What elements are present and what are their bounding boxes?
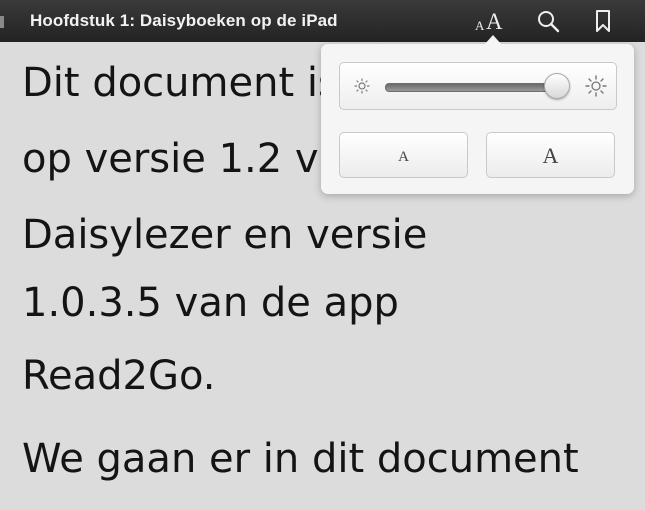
font-settings-popover: A A <box>321 44 634 194</box>
font-settings-button[interactable]: A A <box>472 6 514 36</box>
font-big-glyph: A <box>486 9 503 34</box>
brightness-slider-fill <box>386 84 557 91</box>
increase-font-label: A <box>542 143 559 168</box>
decrease-font-size-button[interactable]: A <box>339 132 468 178</box>
font-small-glyph: A <box>475 18 485 33</box>
text-line: Dit document is <box>22 60 339 106</box>
text-line: Daisylezer en versie <box>22 212 428 258</box>
increase-font-size-button[interactable]: A <box>486 132 615 178</box>
brightness-low-icon <box>354 78 370 94</box>
chapter-title[interactable]: Hoofdstuk 1: Daisyboeken op de iPad <box>30 11 338 31</box>
text-line: We gaan er in dit document <box>22 436 579 482</box>
back-edge-indicator[interactable] <box>0 16 4 28</box>
text-line: Read2Go. <box>22 353 216 399</box>
bookmark-icon <box>596 10 610 32</box>
bookmark-button[interactable] <box>592 9 614 33</box>
popover-arrow <box>484 35 502 45</box>
brightness-slider-track[interactable] <box>385 83 565 92</box>
search-button[interactable] <box>536 9 562 33</box>
text-line: op versie 1.2 v <box>22 136 319 182</box>
search-icon <box>538 11 560 33</box>
brightness-high-icon <box>585 75 607 97</box>
brightness-slider-thumb[interactable] <box>543 73 570 99</box>
text-line: 1.0.3.5 van de app <box>22 280 399 326</box>
top-toolbar: Hoofdstuk 1: Daisyboeken op de iPad A A <box>0 0 645 42</box>
brightness-control <box>339 62 617 110</box>
decrease-font-label: A <box>398 149 409 165</box>
